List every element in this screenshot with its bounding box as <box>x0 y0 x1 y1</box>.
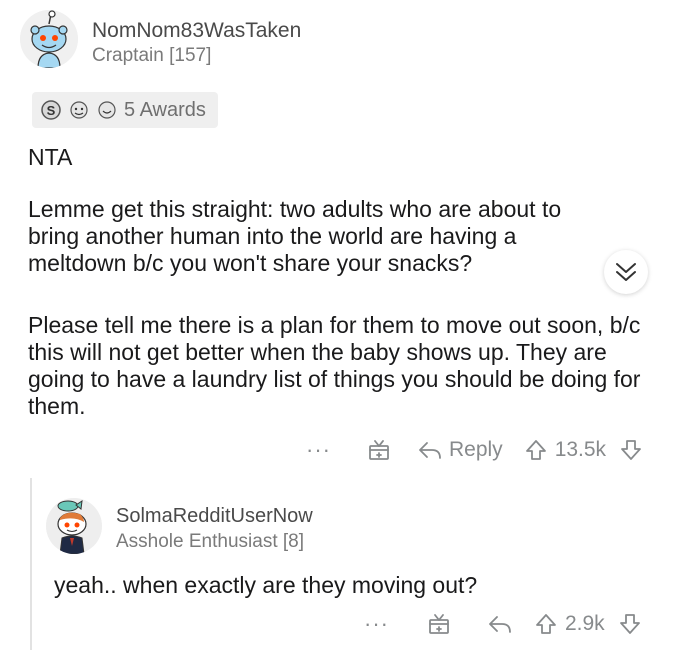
give-award-icon[interactable] <box>427 612 451 636</box>
downvote-icon[interactable] <box>619 612 641 636</box>
more-options-button[interactable]: ··· <box>364 611 389 637</box>
upvote-icon[interactable] <box>535 612 557 636</box>
reply-button[interactable]: Reply <box>417 438 525 462</box>
downvote-icon[interactable] <box>620 438 642 462</box>
reply-label: Reply <box>448 438 503 461</box>
thread-line[interactable] <box>30 478 32 650</box>
collapse-button[interactable] <box>604 250 648 294</box>
reply-arrow-icon <box>419 442 441 459</box>
reply-action-bar: ··· 2.9k <box>364 610 641 638</box>
comment-username[interactable]: NomNom83WasTaken <box>92 19 301 43</box>
wholesome-award-icon <box>70 101 88 119</box>
comment-avatar[interactable] <box>20 10 78 68</box>
reply-username[interactable]: SolmaRedditUserNow <box>116 505 313 528</box>
awards-count: 5 Awards <box>124 98 206 121</box>
comment-paragraph-1: Lemme get this straight: two adults who … <box>28 196 562 276</box>
comment-verdict: NTA <box>28 144 73 170</box>
reply-score: 2.9k <box>564 612 605 635</box>
silver-award-icon: S <box>41 100 61 120</box>
helpful-award-icon <box>98 101 116 119</box>
comment-flair: Craptain [157] <box>92 45 212 66</box>
upvote-icon[interactable] <box>525 438 547 462</box>
more-options-button[interactable]: ··· <box>306 437 331 463</box>
comment-paragraph-2: Please tell me there is a plan for them … <box>28 312 641 419</box>
reply-arrow-icon[interactable] <box>487 613 513 635</box>
snoo-avatar-icon <box>20 10 78 68</box>
snoo-avatar-icon <box>46 498 102 554</box>
give-award-icon[interactable] <box>367 438 391 462</box>
chevron-down-double-icon <box>616 263 636 281</box>
awards-badge[interactable]: S 5 Awards <box>32 92 218 128</box>
reply-body: yeah.. when exactly are they moving out? <box>54 572 478 598</box>
comment-score: 13.5k <box>554 438 607 461</box>
comment-action-bar: ··· Reply 13.5k <box>306 436 642 464</box>
reply-avatar[interactable] <box>46 498 102 554</box>
svg-text:S: S <box>47 103 56 118</box>
reply-flair: Asshole Enthusiast [8] <box>116 531 304 552</box>
